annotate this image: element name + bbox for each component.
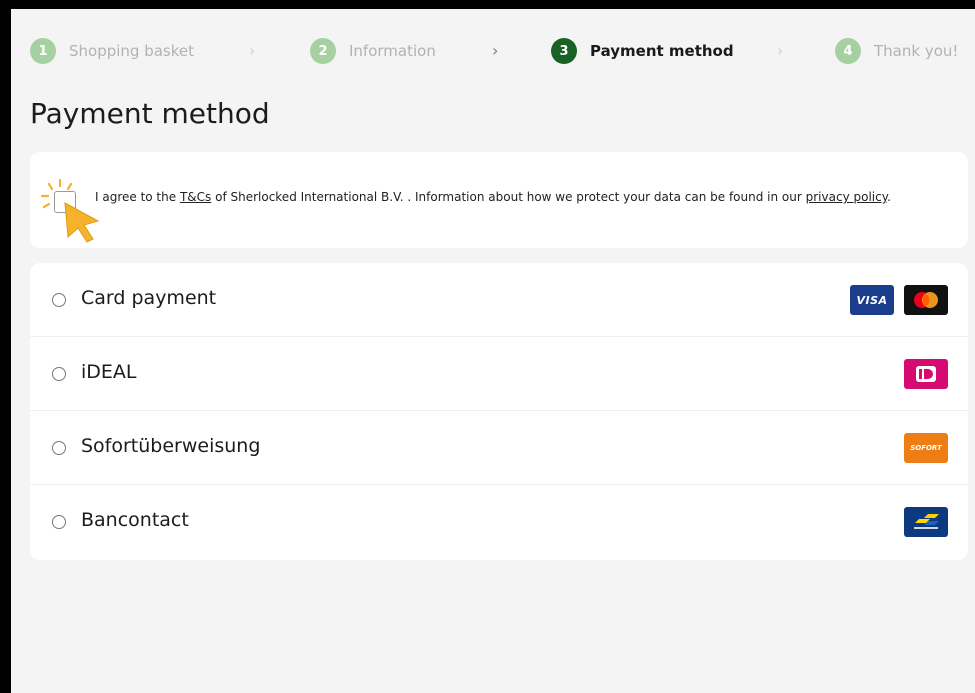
bancontact-icon bbox=[904, 507, 948, 537]
payment-logos bbox=[904, 507, 948, 537]
terms-text-part: . bbox=[887, 190, 891, 204]
payment-option-label: Card payment bbox=[81, 287, 217, 309]
terms-card: I agree to the T&Cs of Sherlocked Intern… bbox=[30, 152, 968, 248]
payment-option-sofort[interactable]: Sofortüberweisung SOFORT bbox=[30, 411, 968, 485]
payment-logos bbox=[904, 359, 948, 389]
radio-button[interactable] bbox=[52, 293, 66, 307]
payment-logos: VISA bbox=[850, 285, 948, 315]
radio-button[interactable] bbox=[52, 515, 66, 529]
payment-option-label: iDEAL bbox=[81, 361, 137, 383]
terms-text-part: of Sherlocked International B.V. . Infor… bbox=[211, 190, 806, 204]
checkout-stepper: 1 Shopping basket › 2 Information › 3 Pa… bbox=[11, 35, 975, 67]
step-label: Payment method bbox=[590, 42, 734, 60]
chevron-right-icon: › bbox=[249, 41, 256, 60]
chevron-right-icon: › bbox=[777, 41, 784, 60]
privacy-policy-link[interactable]: privacy policy bbox=[806, 190, 887, 204]
step-number: 3 bbox=[551, 38, 577, 64]
chevron-right-icon: › bbox=[492, 41, 499, 60]
sofort-logo: SOFORT bbox=[904, 433, 948, 463]
ideal-icon bbox=[904, 359, 948, 389]
payment-option-label: Bancontact bbox=[81, 509, 189, 531]
terms-text: I agree to the T&Cs of Sherlocked Intern… bbox=[95, 187, 955, 207]
payment-option-bancontact[interactable]: Bancontact bbox=[30, 485, 968, 559]
step-label: Shopping basket bbox=[69, 42, 195, 60]
radio-button[interactable] bbox=[52, 441, 66, 455]
visa-logo: VISA bbox=[850, 285, 894, 315]
tcs-link[interactable]: T&Cs bbox=[180, 190, 211, 204]
terms-text-part: I agree to the bbox=[95, 190, 180, 204]
checkout-page: 1 Shopping basket › 2 Information › 3 Pa… bbox=[11, 9, 975, 693]
step-label: Information bbox=[349, 42, 436, 60]
payment-option-ideal[interactable]: iDEAL bbox=[30, 337, 968, 411]
step-number: 2 bbox=[310, 38, 336, 64]
payment-methods-list: Card payment VISA iDEAL Sofortüberweisun… bbox=[30, 263, 968, 560]
page-title: Payment method bbox=[30, 97, 270, 130]
step-number: 1 bbox=[30, 38, 56, 64]
payment-option-label: Sofortüberweisung bbox=[81, 435, 261, 457]
payment-logos: SOFORT bbox=[904, 433, 948, 463]
step-shopping-basket[interactable]: 1 Shopping basket bbox=[30, 35, 194, 67]
mastercard-icon bbox=[904, 285, 948, 315]
pointer-cursor-icon bbox=[64, 202, 100, 243]
step-payment-method[interactable]: 3 Payment method bbox=[551, 35, 734, 67]
radio-button[interactable] bbox=[52, 367, 66, 381]
payment-option-card[interactable]: Card payment VISA bbox=[30, 263, 968, 337]
step-thank-you: 4 Thank you! bbox=[835, 35, 958, 67]
step-label: Thank you! bbox=[874, 42, 959, 60]
step-number: 4 bbox=[835, 38, 861, 64]
step-information[interactable]: 2 Information bbox=[310, 35, 436, 67]
